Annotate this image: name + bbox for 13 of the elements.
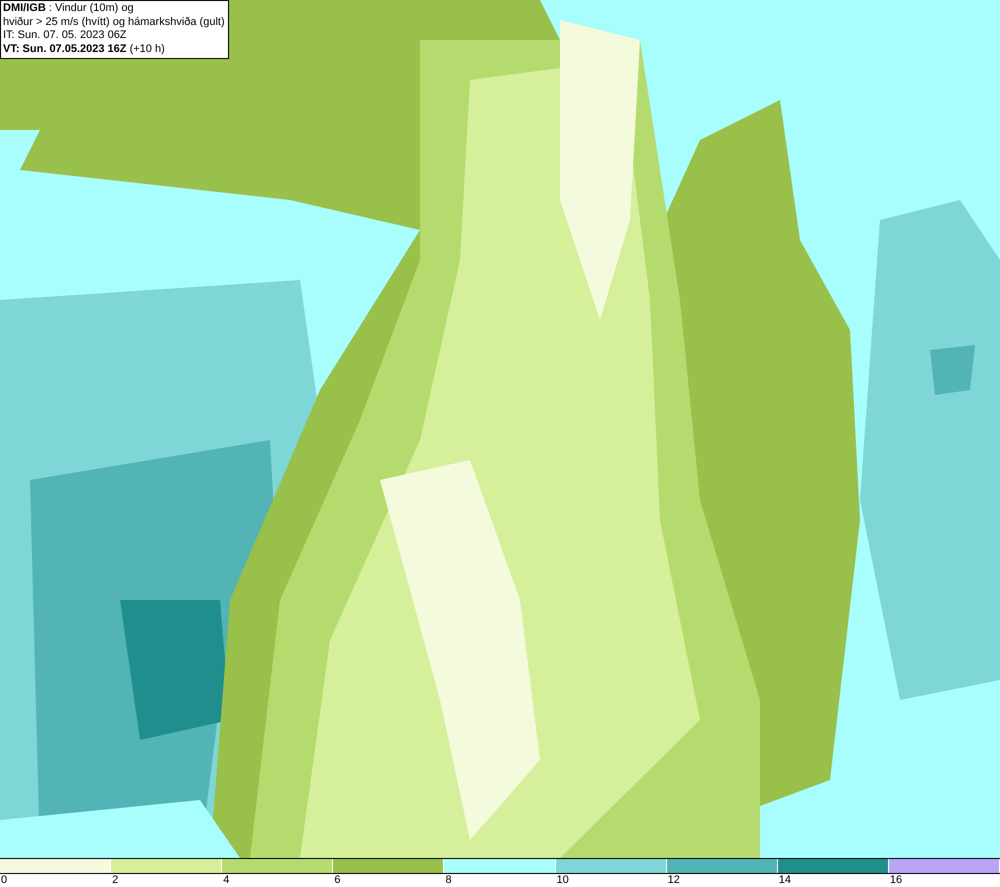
legend-label: 2 (111, 874, 118, 887)
legend-label: 12 (666, 874, 680, 887)
info-line: IT: Sun. 07. 05. 2023 06Z (3, 29, 128, 42)
info-line: DMI/IGB : Vindur (10m) og (3, 2, 135, 16)
legend-label: 0 (0, 874, 8, 887)
legend-label: 14 (778, 874, 792, 887)
legend-label: 10 (556, 874, 569, 887)
info-line: hviður > 25 m/s (hvítt) og hámarkshviða (gult) (3, 16, 225, 29)
info-line: VT: Sun. 07.05.2023 16Z (+10 h) (3, 42, 166, 56)
legend-label: 8 (444, 874, 452, 887)
legend-label: 4 (222, 874, 230, 887)
legend-label: 6 (333, 874, 340, 887)
legend-label: 16 (888, 874, 902, 887)
